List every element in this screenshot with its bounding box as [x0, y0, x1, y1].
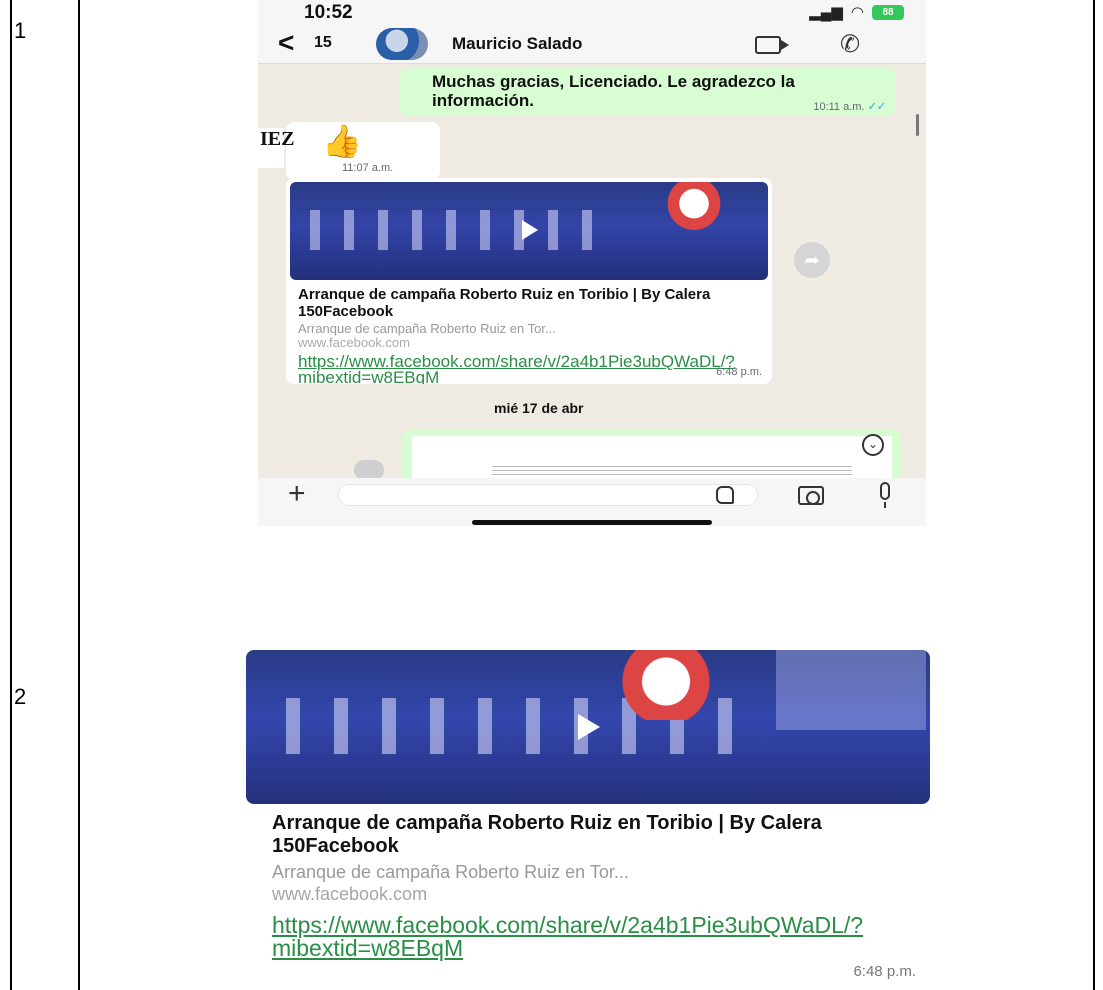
- link-domain: www.facebook.com: [298, 335, 410, 350]
- camera-icon[interactable]: [798, 486, 824, 505]
- message-input[interactable]: [338, 484, 758, 506]
- link-url[interactable]: https://www.facebook.com/share/v/2a4b1Pi…: [298, 353, 735, 384]
- link-domain-large: www.facebook.com: [272, 884, 428, 904]
- outgoing-message-meta: 10:11 a.m. ✓✓: [813, 100, 886, 113]
- chat-area[interactable]: Muchas gracias, Licenciado. Le agradezco…: [258, 64, 926, 496]
- wifi-icon: ◠: [850, 4, 864, 21]
- plus-icon[interactable]: +: [288, 479, 306, 509]
- status-icons: ▂▄▆ ◠ 88: [809, 3, 904, 21]
- status-bar: 10:52 ▂▄▆ ◠ 88: [258, 0, 926, 26]
- link-description: Arranque de campaña Roberto Ruiz en Tor.…: [298, 321, 556, 336]
- read-ticks-icon: ✓✓: [867, 101, 886, 113]
- battery-icon: 88: [872, 4, 904, 20]
- back-chevron-icon[interactable]: <: [278, 28, 294, 58]
- scrollbar[interactable]: [916, 114, 919, 136]
- link-title[interactable]: Arranque de campaña Roberto Ruiz en Tori…: [298, 286, 762, 320]
- video-thumbnail-large[interactable]: [246, 650, 930, 804]
- unread-count[interactable]: 15: [314, 34, 332, 52]
- phone-screenshot: 10:52 ▂▄▆ ◠ 88 < 15 Mauricio Salado ✆ Mu…: [258, 0, 926, 526]
- phone-call-icon[interactable]: ✆: [840, 30, 860, 59]
- link-message-time: 6:48 p.m.: [716, 366, 762, 378]
- sticker-icon[interactable]: [716, 486, 734, 504]
- row-number-1: 1: [14, 18, 27, 43]
- outgoing-message-time: 10:11 a.m.: [813, 101, 865, 113]
- side-logo: IEZ: [258, 128, 294, 168]
- signal-icon: ▂▄▆: [809, 4, 843, 21]
- enlarged-link-preview[interactable]: Arranque de campaña Roberto Ruiz en Tori…: [246, 650, 930, 988]
- microphone-icon[interactable]: [880, 482, 890, 508]
- forward-icon[interactable]: ➦: [794, 242, 830, 278]
- message-input-bar: +: [258, 478, 926, 526]
- stage-image: [310, 210, 610, 250]
- thumbs-up-icon: 👍: [322, 123, 362, 159]
- table-column-divider: [78, 0, 80, 990]
- play-icon[interactable]: [578, 714, 600, 740]
- status-time: 10:52: [304, 2, 353, 23]
- outgoing-message[interactable]: Muchas gracias, Licenciado. Le agradezco…: [400, 68, 896, 116]
- video-call-icon[interactable]: [755, 36, 789, 54]
- link-url-large[interactable]: https://www.facebook.com/share/v/2a4b1Pi…: [272, 914, 863, 960]
- link-message-time-large: 6:48 p.m.: [853, 963, 916, 980]
- thumbs-up-time: 11:07 a.m.: [342, 162, 394, 174]
- thumbs-up-message[interactable]: 👍 11:07 a.m.: [286, 122, 440, 180]
- row-number-2: 2: [14, 684, 27, 709]
- video-thumbnail[interactable]: [290, 182, 768, 280]
- banner-image-large: [776, 650, 926, 730]
- home-indicator[interactable]: [472, 520, 712, 525]
- flag-image: [662, 182, 742, 236]
- flag-image-large: [606, 650, 756, 720]
- play-icon[interactable]: [522, 220, 538, 240]
- contact-avatar[interactable]: [376, 28, 428, 60]
- link-description-large: Arranque de campaña Roberto Ruiz en Tor.…: [272, 862, 629, 882]
- chevron-down-icon[interactable]: ⌄: [862, 434, 884, 456]
- forward-icon-partial[interactable]: [354, 460, 384, 480]
- link-preview-message[interactable]: Arranque de campaña Roberto Ruiz en Tori…: [286, 178, 772, 384]
- date-separator: mié 17 de abr: [494, 400, 584, 416]
- link-title-large[interactable]: Arranque de campaña Roberto Ruiz en Tori…: [272, 812, 922, 858]
- chat-header: < 15 Mauricio Salado ✆: [258, 26, 926, 64]
- contact-name[interactable]: Mauricio Salado: [452, 34, 582, 54]
